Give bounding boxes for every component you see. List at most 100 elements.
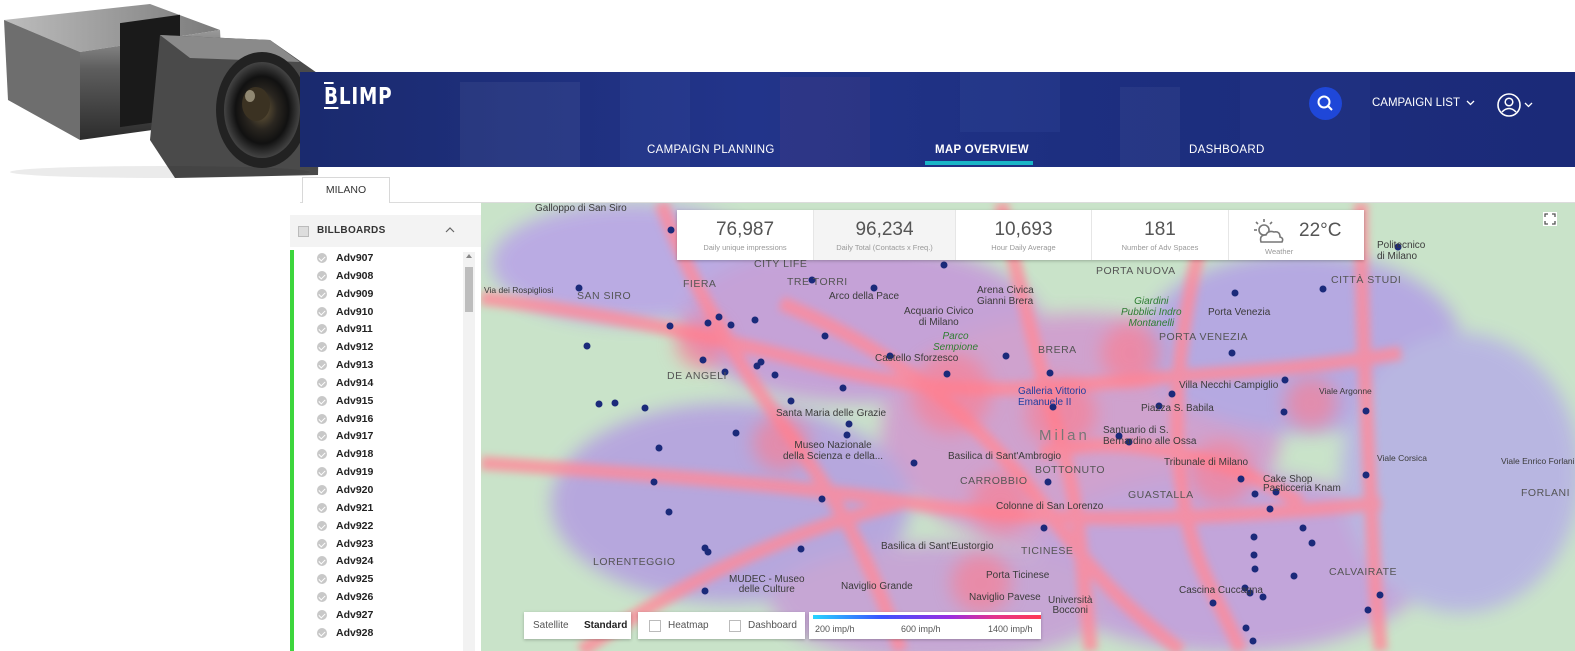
billboard-name: Adv928 — [336, 626, 374, 639]
map-label: PORTA VENEZIA — [1159, 331, 1248, 343]
heatmap-map[interactable]: Galloppo di San Siro Via dei Rospigliosi… — [481, 203, 1575, 651]
map-label: Tribunale di Milano — [1164, 457, 1249, 468]
stat-value: 96,234 — [855, 219, 914, 240]
check-icon[interactable] — [317, 592, 327, 603]
list-item[interactable]: Adv914 — [310, 375, 460, 393]
check-icon[interactable] — [317, 574, 327, 585]
list-item[interactable]: Adv920 — [310, 482, 460, 500]
campaign-list-label: CAMPAIGN LIST — [1372, 97, 1460, 109]
check-icon[interactable] — [317, 253, 327, 263]
billboard-name: Adv925 — [336, 573, 374, 586]
check-icon[interactable] — [317, 484, 327, 495]
billboards-header[interactable]: BILLBOARDS — [290, 215, 481, 247]
list-item[interactable]: Adv927 — [310, 607, 460, 625]
check-icon[interactable] — [317, 431, 327, 442]
scrollbar-thumb[interactable] — [465, 267, 473, 312]
check-icon[interactable] — [317, 270, 327, 281]
map-label: Galloppo di San Siro — [535, 203, 627, 214]
check-icon[interactable] — [317, 395, 327, 406]
map-label: CITTÀ STUDI — [1331, 274, 1402, 286]
map-label: Naviglio Pavese — [969, 592, 1041, 603]
billboard-name: Adv922 — [336, 519, 374, 532]
chevron-up-icon[interactable] — [445, 226, 455, 234]
tab-dashboard[interactable]: DASHBOARD — [1189, 144, 1265, 156]
check-icon[interactable] — [317, 556, 327, 567]
billboard-list: Adv907 Adv908 Adv909 Adv910 Adv911 Adv91… — [310, 250, 460, 643]
list-item[interactable]: Adv921 — [310, 500, 460, 518]
stats-bar: 76,987 Daily unique impressions 96,234 D… — [677, 210, 1364, 260]
check-icon[interactable] — [317, 449, 327, 460]
list-item[interactable]: Adv912 — [310, 339, 460, 357]
billboard-name: Adv927 — [336, 608, 374, 621]
list-item[interactable]: Adv928 — [310, 625, 460, 643]
map-label: Cake Shop Pasticceria Knam — [1263, 474, 1341, 494]
fullscreen-icon[interactable] — [1543, 212, 1557, 226]
list-item[interactable]: Adv913 — [310, 357, 460, 375]
heatmap-legend: 200 imp/h 600 imp/h 1400 imp/h — [809, 612, 1041, 639]
billboard-name: Adv916 — [336, 412, 374, 425]
stat-label: Daily unique impressions — [703, 243, 787, 252]
map-label: PORTA NUOVA — [1096, 265, 1176, 277]
legend-min: 200 imp/h — [815, 624, 855, 634]
select-all-checkbox[interactable] — [298, 226, 309, 237]
user-menu-icon[interactable] — [1496, 92, 1536, 118]
check-icon[interactable] — [317, 360, 327, 371]
list-item[interactable]: Adv923 — [310, 536, 460, 554]
billboard-name: Adv920 — [336, 483, 374, 496]
scroll-up-arrow-icon[interactable] — [466, 254, 472, 258]
list-item[interactable]: Adv916 — [310, 411, 460, 429]
chevron-down-icon — [1466, 100, 1475, 106]
check-icon[interactable] — [317, 324, 327, 335]
list-item[interactable]: Adv918 — [310, 446, 460, 464]
check-icon[interactable] — [317, 627, 327, 638]
map-label: BOTTONUTO — [1035, 464, 1106, 476]
check-icon[interactable] — [317, 306, 327, 317]
map-label: Viale Corsica — [1377, 453, 1427, 463]
check-icon[interactable] — [317, 467, 327, 478]
weather-temperature: 22°C — [1299, 220, 1342, 241]
list-item[interactable]: Adv917 — [310, 428, 460, 446]
map-label: Castello Sforzesco — [875, 353, 959, 364]
heatmap-checkbox[interactable] — [649, 620, 661, 632]
map-label: Arco della Pace — [829, 291, 900, 302]
list-item[interactable]: Adv907 — [310, 250, 460, 268]
map-label: Colonne di San Lorenzo — [996, 501, 1104, 512]
billboard-name: Adv917 — [336, 430, 374, 443]
list-item[interactable]: Adv922 — [310, 518, 460, 536]
list-item[interactable]: Adv915 — [310, 393, 460, 411]
list-item[interactable]: Adv911 — [310, 321, 460, 339]
check-icon[interactable] — [317, 377, 327, 388]
billboards-title: BILLBOARDS — [317, 225, 386, 236]
check-icon[interactable] — [317, 609, 327, 620]
list-item[interactable]: Adv910 — [310, 304, 460, 322]
map-label: Milan — [1039, 427, 1090, 444]
active-tab-indicator — [925, 161, 1033, 165]
dashboard-checkbox[interactable] — [729, 620, 741, 632]
check-icon[interactable] — [317, 502, 327, 513]
search-icon — [1317, 95, 1333, 111]
campaign-list-dropdown[interactable]: CAMPAIGN LIST — [1372, 97, 1475, 109]
list-item[interactable]: Adv919 — [310, 464, 460, 482]
tab-map-overview[interactable]: MAP OVERVIEW — [935, 144, 1029, 156]
list-item[interactable]: Adv925 — [310, 571, 460, 589]
tab-city-milano[interactable]: MILANO — [302, 177, 390, 203]
satellite-button[interactable]: Satellite — [533, 620, 569, 631]
stat-label: Hour Daily Average — [991, 243, 1056, 252]
list-item[interactable]: Adv926 — [310, 589, 460, 607]
map-label: Piazza S. Babila — [1141, 403, 1214, 414]
check-icon[interactable] — [317, 413, 327, 424]
map-label: Porta Venezia — [1208, 307, 1271, 318]
check-icon[interactable] — [317, 520, 327, 531]
blimp-logo[interactable]: BLIMP — [324, 82, 392, 110]
map-label: CALVAIRATE — [1329, 566, 1398, 578]
partly-cloudy-icon — [1254, 219, 1284, 243]
check-icon[interactable] — [317, 288, 327, 299]
list-item[interactable]: Adv924 — [310, 553, 460, 571]
list-item[interactable]: Adv909 — [310, 286, 460, 304]
list-item[interactable]: Adv908 — [310, 268, 460, 286]
tab-campaign-planning[interactable]: CAMPAIGN PLANNING — [647, 144, 775, 156]
check-icon[interactable] — [317, 538, 327, 549]
check-icon[interactable] — [317, 342, 327, 353]
search-button[interactable] — [1309, 87, 1342, 120]
standard-button[interactable]: Standard — [584, 620, 627, 631]
